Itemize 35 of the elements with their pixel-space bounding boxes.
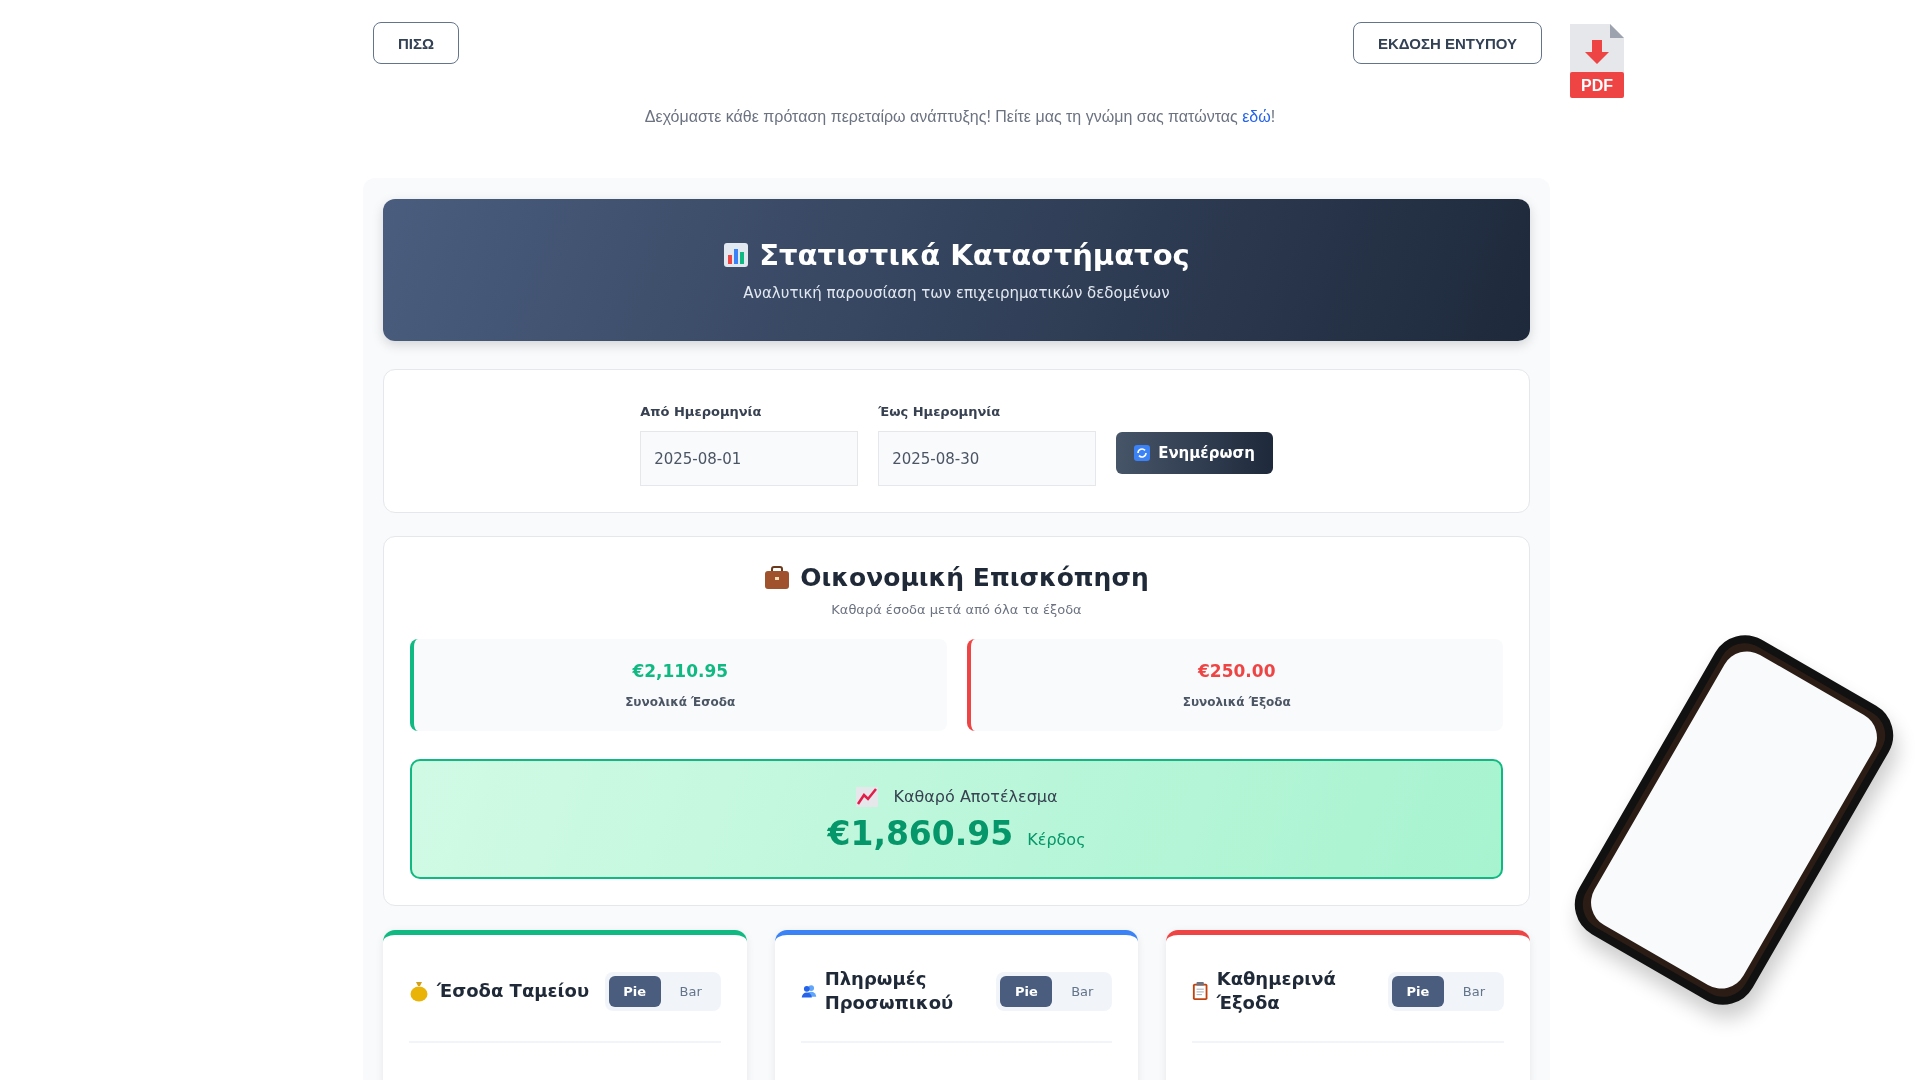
feedback-link[interactable]: εδώ (1242, 108, 1271, 125)
refresh-icon (1134, 445, 1151, 461)
chart-type-button[interactable]: Bar (1448, 975, 1500, 1007)
money-bag-icon (409, 980, 429, 1002)
overview-subtitle: Καθαρά έσοδα μετά από όλα τα έξοδα (831, 602, 1082, 617)
chart-type-button[interactable]: Pie (1000, 975, 1053, 1007)
net-result-status: Κέρδος (1027, 829, 1086, 849)
back-button[interactable]: ΠΙΣΩ (373, 22, 460, 64)
feedback-notice: Δεχόμαστε κάθε πρόταση περεταίρω ανάπτυξης! Πείτε μας τη γνώμη σας πατώντας εδώ! (643, 108, 1277, 126)
net-result-value: €1,860.95 (827, 813, 1014, 853)
chart-type-button[interactable]: Pie (608, 975, 661, 1007)
stat-value: €2,110.95 (632, 661, 729, 681)
chart-type-button[interactable]: Pie (1392, 975, 1444, 1007)
stat-value: €250.00 (1198, 661, 1276, 681)
date-label: Από Ημερομηνία (640, 404, 763, 419)
update-button[interactable]: Ενημέρωση (1116, 432, 1273, 474)
stat-label: Συνολικά Έσοδα (625, 695, 736, 709)
date-label: Έως Ημερομηνία (878, 404, 1002, 419)
chart-title: Έσοδα Ταμείου (437, 978, 590, 1003)
trend-chart-icon (855, 785, 880, 808)
date-input[interactable]: 2025-08-01 (640, 431, 859, 486)
chart-title: Καθημερινά Έξοδα (1216, 966, 1337, 1015)
overview-title: Οικονομική Επισκόπηση (800, 563, 1149, 592)
bar-chart-icon (723, 242, 750, 268)
chart-type-button[interactable]: Bar (1056, 975, 1109, 1007)
briefcase-icon (764, 565, 791, 590)
print-button[interactable]: ΕΚΔΟΣΗ ΕΝΤΥΠΟΥ (1353, 22, 1542, 64)
page-title: Στατιστικά Καταστήματος (759, 238, 1190, 272)
chart-type-button[interactable]: Bar (664, 975, 717, 1007)
net-result-label: Καθαρό Αποτέλεσμα (893, 787, 1058, 806)
chart-title: Πληρωμές Προσωπικού (824, 966, 955, 1015)
clipboard-icon (1192, 980, 1209, 1002)
date-input[interactable]: 2025-08-30 (878, 431, 1097, 486)
page-subtitle: Αναλυτική παρουσίαση των επιχειρηματικών δεδομένων (743, 284, 1170, 302)
stat-label: Συνολικά Έξοδα (1182, 695, 1291, 709)
